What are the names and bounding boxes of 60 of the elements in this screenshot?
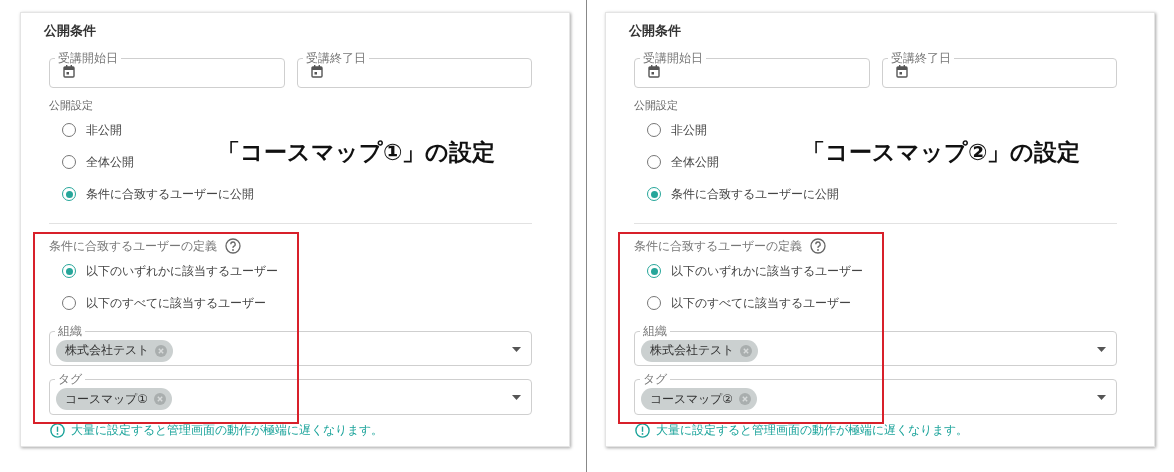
select-field[interactable]: タグ コースマップ①: [49, 373, 532, 415]
radio-label[interactable]: 以下のすべてに該当するユーザー: [86, 295, 266, 311]
field-label: 受講終了日: [302, 52, 369, 64]
radio-label[interactable]: 以下のいずれかに該当するユーザー: [86, 263, 278, 279]
warning-text: 大量に設定すると管理画面の動作が極端に遅くなります。: [656, 421, 968, 439]
calendar-icon: [648, 65, 660, 78]
chip-label: 株式会社テスト: [65, 342, 149, 359]
field-label: 組織: [55, 325, 85, 337]
section-title: 公開条件: [44, 22, 97, 40]
section-title: 公開条件: [629, 22, 682, 40]
field-label: 受講開始日: [640, 52, 706, 64]
group-label: 公開設定: [634, 98, 679, 114]
radio-label[interactable]: 以下のすべてに該当するユーザー: [671, 295, 851, 311]
chip-label: コースマップ①: [65, 390, 148, 408]
remove-icon: [155, 344, 167, 357]
radio-label[interactable]: 条件に合致するユーザーに公開: [86, 186, 254, 202]
tag-chip[interactable]: コースマップ②: [641, 388, 757, 410]
caret-icon: [512, 395, 521, 400]
field-label: 組織: [640, 325, 670, 337]
tag-chip[interactable]: コースマップ①: [56, 388, 172, 410]
tag-chip[interactable]: 株式会社テスト: [56, 339, 173, 362]
tag-chip[interactable]: 株式会社テスト: [641, 339, 758, 362]
field-label: タグ: [640, 373, 670, 385]
field-label: 受講終了日: [887, 52, 954, 64]
chip-label: 株式会社テスト: [650, 342, 734, 359]
date-field[interactable]: 受講開始日: [49, 52, 285, 88]
group-label: 条件に合致するユーザーの定義: [634, 238, 802, 254]
radio-label[interactable]: 全体公開: [86, 154, 134, 170]
radio-label[interactable]: 以下のいずれかに該当するユーザー: [671, 263, 863, 279]
date-field[interactable]: 受講開始日: [634, 52, 870, 88]
field-label: タグ: [55, 373, 85, 385]
calendar-icon: [895, 65, 908, 78]
radio-label[interactable]: 非公開: [86, 122, 122, 138]
caret-icon: [1097, 347, 1106, 352]
group-label: 条件に合致するユーザーの定義: [49, 238, 217, 254]
warning-icon: [635, 422, 650, 438]
date-field[interactable]: 受講終了日: [881, 52, 1117, 88]
warning-text: 大量に設定すると管理画面の動作が極端に遅くなります。: [71, 421, 383, 439]
caret-icon: [512, 347, 521, 352]
remove-icon: [740, 344, 752, 357]
help-icon: [225, 238, 241, 254]
select-field[interactable]: 組織 株式会社テスト: [634, 325, 1117, 366]
select-field[interactable]: タグ コースマップ②: [634, 373, 1117, 415]
chip-label: コースマップ②: [650, 390, 733, 408]
remove-icon: [738, 393, 751, 405]
caption-text: 「コースマップ②」の設定: [802, 138, 1081, 167]
calendar-icon: [63, 65, 75, 78]
remove-icon: [153, 393, 166, 405]
help-icon: [810, 238, 826, 254]
date-field[interactable]: 受講終了日: [296, 52, 532, 88]
radio-label[interactable]: 条件に合致するユーザーに公開: [671, 186, 839, 202]
select-field[interactable]: 組織 株式会社テスト: [49, 325, 532, 366]
field-label: 受講開始日: [55, 52, 121, 64]
warning-icon: [50, 422, 65, 438]
group-label: 公開設定: [49, 98, 94, 114]
radio-label[interactable]: 非公開: [671, 122, 707, 138]
caret-icon: [1097, 395, 1106, 400]
radio-label[interactable]: 全体公開: [671, 154, 719, 170]
caption-text: 「コースマップ①」の設定: [217, 138, 496, 167]
calendar-icon: [310, 65, 323, 78]
